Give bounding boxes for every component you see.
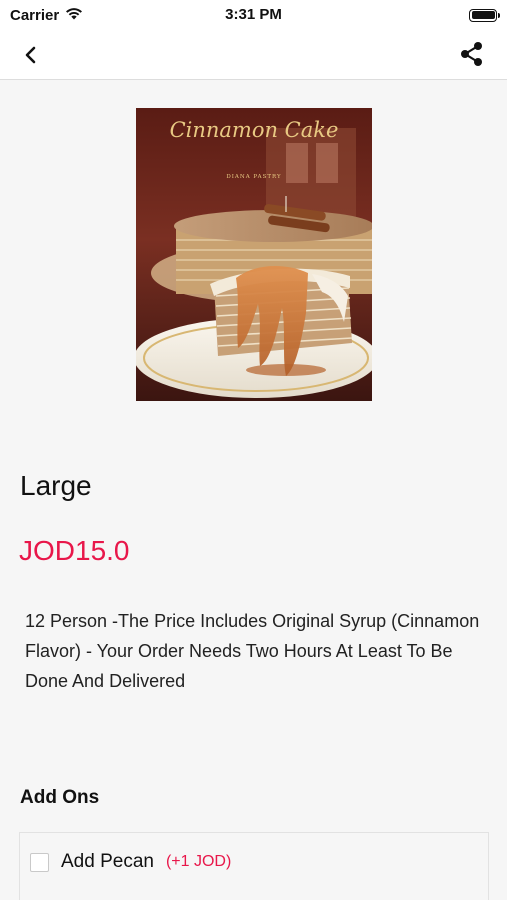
addon-name: Add Pecan xyxy=(61,851,154,872)
addon-item-pecan[interactable]: Add Pecan (+1 JOD) xyxy=(30,851,231,873)
share-icon xyxy=(461,42,482,66)
battery-icon xyxy=(469,8,500,22)
addons-title: Add Ons xyxy=(20,787,100,808)
status-time: 3:31 PM xyxy=(225,6,282,23)
addon-checkbox[interactable] xyxy=(30,852,49,872)
image-brand: DIANA PASTRY xyxy=(226,174,282,180)
chevron-left-icon xyxy=(25,46,36,64)
nav-bar xyxy=(0,30,507,80)
image-title: Cinnamon Cake xyxy=(169,118,339,142)
product-size-title: Large xyxy=(20,470,92,501)
addons-list: Add Pecan (+1 JOD) xyxy=(19,832,489,900)
back-button[interactable] xyxy=(16,40,46,70)
product-image: Cinnamon Cake DIANA PASTRY xyxy=(136,108,372,401)
share-button[interactable] xyxy=(457,39,487,69)
status-bar: Carrier 3:31 PM xyxy=(0,0,507,30)
addon-price: (+1 JOD) xyxy=(165,853,232,870)
product-price: JOD15.0 xyxy=(19,535,130,566)
product-description: 12 Person -The Price Includes Original S… xyxy=(25,611,480,691)
